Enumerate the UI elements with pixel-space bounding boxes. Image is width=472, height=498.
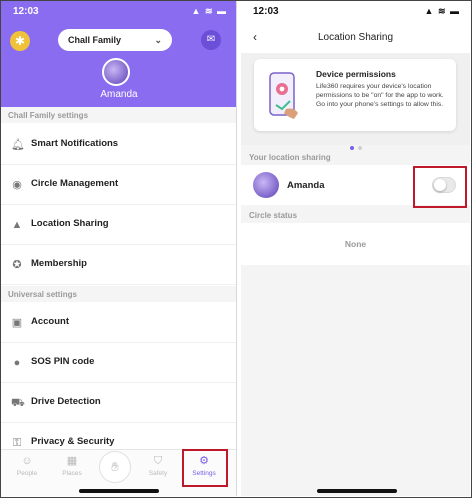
account-icon: ▣ [11,317,23,329]
carousel-dot-active[interactable] [349,146,354,150]
status-indicators-icon: ▲ ≋ ▬ [424,6,460,16]
section-title-universal-settings: Universal settings [8,290,77,299]
status-bar: 12:03 ▲ ≋ ▬ [1,5,236,21]
menu-item-drive-detection[interactable]: ⛟ Drive Detection [1,383,236,423]
menu-item-label: Drive Detection [31,396,101,407]
menu-item-location-sharing[interactable]: ▲ Location Sharing [1,205,236,245]
menu-item-label: Circle Management [31,178,119,189]
tab-safety[interactable]: ⛉ Safety [138,454,178,477]
chevron-down-icon: ⌄ [154,35,162,45]
menu-item-label: Account [31,316,69,327]
permission-carousel: Device permissions Life360 requires your… [241,53,470,150]
tab-label: Safety [148,470,168,477]
tab-label: People [16,470,38,477]
avatar[interactable] [102,58,130,86]
menu-item-label: Location Sharing [31,218,109,229]
gear-icon[interactable]: ✱ [10,31,30,51]
toggle-highlight [413,166,467,208]
avatar [253,172,279,198]
car-icon: ⛟ [11,397,25,409]
key-icon: ⚿ [12,437,22,449]
status-time: 12:03 [13,6,39,17]
permission-card[interactable]: Device permissions Life360 requires your… [254,59,456,131]
menu-item-sos-pin-code[interactable]: ● SOS PIN code [1,343,236,383]
shield-icon: ⛉ [153,455,163,467]
settings-header: 12:03 ▲ ≋ ▬ ✱ Chall Family ⌄ ✉ Amanda [1,1,236,107]
home-indicator [317,489,397,493]
chat-icon[interactable]: ✉ [201,30,221,50]
membership-icon: ✪ [12,259,22,271]
tab-label: Places [62,470,82,477]
status-indicators-icon: ▲ ≋ ▬ [191,6,227,16]
circle-icon: ◉ [12,179,22,191]
menu-item-label: Smart Notifications [31,138,119,149]
section-title-circle-settings: Chall Family settings [8,111,89,120]
menu-item-membership[interactable]: ✪ Membership [1,245,236,285]
settings-screen: 12:03 ▲ ≋ ▬ ✱ Chall Family ⌄ ✉ Amanda Ch… [1,1,237,496]
tab-people[interactable]: ☺ People [7,454,47,477]
nav-bar: ‹ Location Sharing [241,23,470,53]
menu-item-smart-notifications[interactable]: 🔔︎ Smart Notifications [1,125,236,165]
status-time: 12:03 [253,6,279,17]
carousel-dot[interactable] [357,146,362,150]
circle-status-value: None [344,239,367,249]
places-icon: ▦ [66,455,78,467]
home-indicator [79,489,159,493]
sos-icon: ● [13,357,21,369]
section-title-your-location-sharing: Your location sharing [249,153,331,162]
menu-item-label: Membership [31,258,87,269]
member-name: Amanda [287,180,325,191]
permission-title: Device permissions [316,69,396,79]
tab-places[interactable]: ▦ Places [52,454,92,477]
circle-status-row: None [241,223,470,265]
permission-body: Life360 requires your device's location … [316,83,444,108]
people-icon: ☺ [21,455,33,467]
circle-selector[interactable]: Chall Family ⌄ [58,29,172,51]
menu-item-label: Privacy & Security [31,436,115,447]
menu-item-circle-management[interactable]: ◉ Circle Management [1,165,236,205]
settings-tab-highlight [182,449,228,487]
circle-selector-value: Chall Family [68,35,122,45]
sos-hand-icon[interactable]: ✋︎ [99,451,131,483]
section-title-circle-status: Circle status [249,211,298,220]
page-title: Location Sharing [317,32,394,43]
location-sharing-screen: 12:03 ▲ ≋ ▬ ‹ Location Sharing Device pe… [241,1,470,496]
location-arrow-icon: ▲ [11,219,23,231]
status-bar: 12:03 ▲ ≋ ▬ [241,1,470,23]
menu-item-label: SOS PIN code [31,356,95,367]
user-name: Amanda [100,89,138,100]
phone-location-illustration [269,72,298,119]
menu-item-account[interactable]: ▣ Account [1,303,236,343]
bell-icon: 🔔︎ [11,139,25,151]
